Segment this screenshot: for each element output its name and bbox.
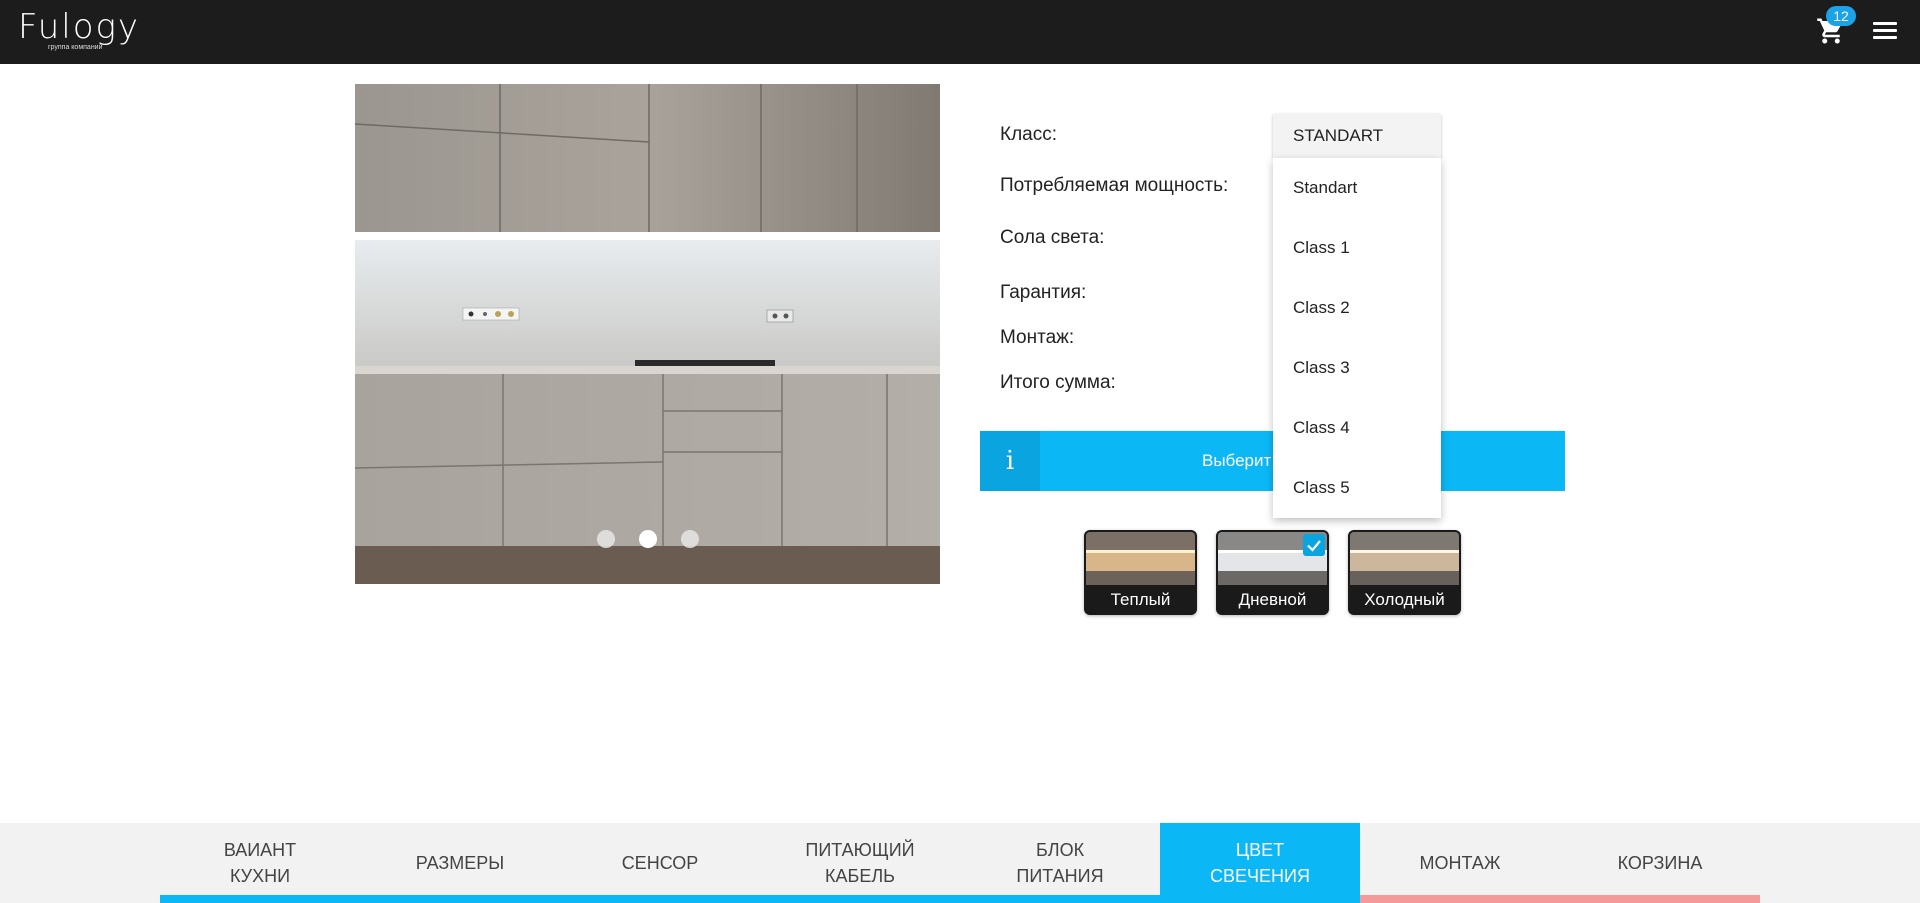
kitchen-photo <box>355 84 940 584</box>
total-label: Итого сумма: <box>1000 372 1116 393</box>
warranty-label: Гарантия: <box>1000 282 1087 303</box>
carousel-dot-2[interactable] <box>638 530 657 548</box>
tab-sizes-label: РАЗМЕРЫ <box>415 853 505 873</box>
fulogy-logo[interactable]: Fulogy группа компаний <box>18 7 141 51</box>
light-label: Сола света: <box>1000 227 1105 248</box>
step-navigation: ВАИАНТ КУХНИ РАЗМЕРЫ СЕНСОР ПИТАЮЩИЙ КАБ… <box>0 823 1920 903</box>
selected-check-icon <box>1303 534 1325 556</box>
carousel-dot-1[interactable] <box>596 530 615 548</box>
power-label: Потребляемая мощность: <box>1000 175 1229 196</box>
top-header: Fulogy группа компаний 12 <box>0 0 1920 64</box>
color-tile-warm-label: Теплый <box>1110 590 1171 609</box>
tab-power-cable-label: ПИТАЮЩИЙ КАБЕЛЬ <box>805 840 915 886</box>
class-option-class-5[interactable]: Class 5 <box>1273 458 1441 518</box>
tab-kitchen-variant-label: ВАИАНТ КУХНИ <box>223 840 297 886</box>
class-label: Класс: <box>1000 124 1057 145</box>
logo-text: Fulogy <box>18 7 141 47</box>
color-tile-daylight-label: Дневной <box>1238 590 1307 609</box>
tab-light-color[interactable]: ЦВЕТ СВЕЧЕНИЯ <box>1160 823 1360 903</box>
tab-sizes[interactable]: РАЗМЕРЫ <box>360 823 560 903</box>
class-dropdown-menu: Standart Class 1 Class 2 Class 3 Class 4… <box>1273 158 1441 518</box>
logo-subtitle: группа компаний <box>48 44 103 51</box>
progress-remaining-bar <box>1360 895 1760 903</box>
cold-light-thumbnail <box>1350 532 1459 585</box>
tab-power-supply-label: БЛОК ПИТАНИЯ <box>1016 840 1104 886</box>
install-label: Монтаж: <box>1000 327 1075 348</box>
class-option-class-1[interactable]: Class 1 <box>1273 218 1441 278</box>
warm-light-thumbnail <box>1086 532 1195 585</box>
class-option-class-2[interactable]: Class 2 <box>1273 278 1441 338</box>
progress-completed-bar <box>160 895 1360 903</box>
class-select[interactable]: STANDART <box>1273 114 1441 158</box>
color-tile-cold-label: Холодный <box>1364 590 1445 609</box>
class-option-standart[interactable]: Standart <box>1273 158 1441 218</box>
tab-power-supply[interactable]: БЛОК ПИТАНИЯ <box>960 823 1160 903</box>
tab-kitchen-variant[interactable]: ВАИАНТ КУХНИ <box>160 823 360 903</box>
carousel-dots <box>355 530 940 553</box>
tab-cart[interactable]: КОРЗИНА <box>1560 823 1760 903</box>
color-tile-cold[interactable]: Холодный <box>1348 530 1461 615</box>
color-tile-daylight[interactable]: Дневной <box>1216 530 1329 615</box>
tab-installation-label: МОНТАЖ <box>1419 853 1501 873</box>
tab-sensor-label: СЕНСОР <box>621 853 699 873</box>
tab-installation[interactable]: МОНТАЖ <box>1360 823 1560 903</box>
tab-cart-label: КОРЗИНА <box>1617 853 1703 873</box>
color-tile-warm[interactable]: Теплый <box>1084 530 1197 615</box>
class-option-class-4[interactable]: Class 4 <box>1273 398 1441 458</box>
tab-power-cable[interactable]: ПИТАЮЩИЙ КАБЕЛЬ <box>760 823 960 903</box>
cart-button[interactable]: 12 <box>1816 6 1856 50</box>
hamburger-menu-icon[interactable] <box>1870 18 1900 46</box>
cart-count-badge: 12 <box>1826 6 1856 26</box>
info-text: Выберит <box>1202 451 1272 470</box>
tab-sensor[interactable]: СЕНСОР <box>560 823 760 903</box>
tab-light-color-label: ЦВЕТ СВЕЧЕНИЯ <box>1210 840 1310 886</box>
kitchen-photo-carousel[interactable] <box>355 84 940 584</box>
info-icon: i <box>980 431 1040 491</box>
class-option-class-3[interactable]: Class 3 <box>1273 338 1441 398</box>
carousel-dot-3[interactable] <box>680 530 699 548</box>
